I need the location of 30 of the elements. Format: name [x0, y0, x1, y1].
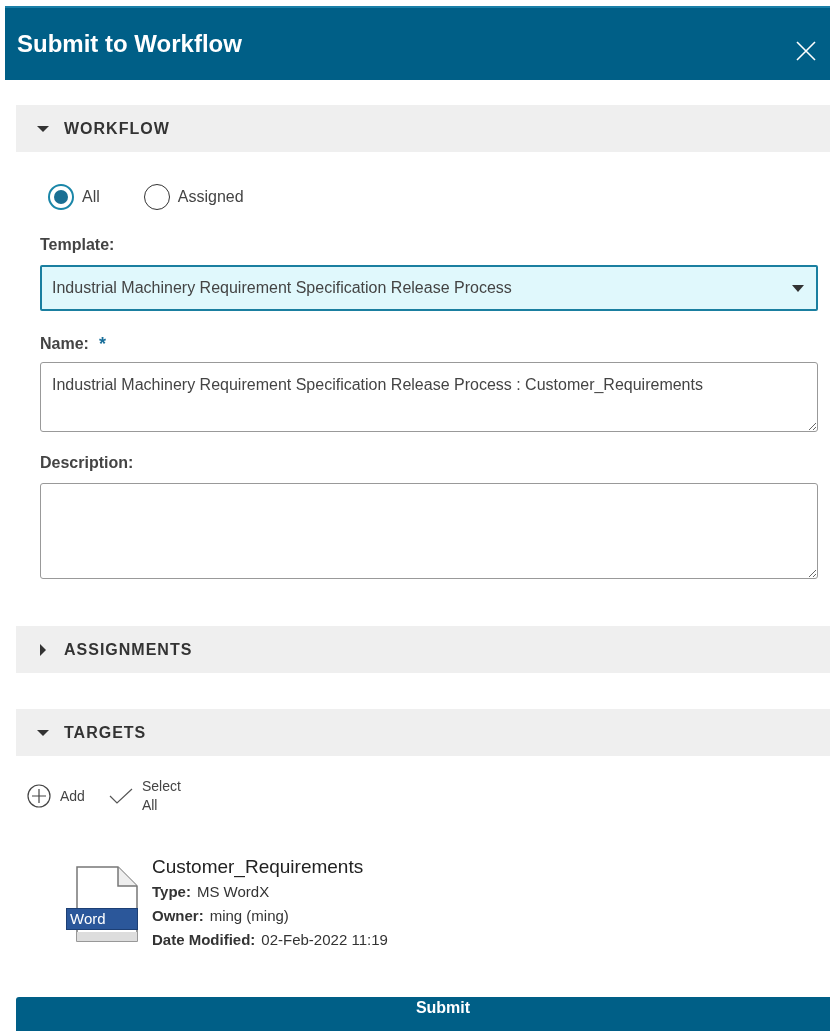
description-field[interactable]: [40, 483, 818, 579]
name-field[interactable]: Industrial Machinery Requirement Specification Release Process : Customer_Requirements: [40, 362, 818, 432]
close-button[interactable]: [794, 39, 818, 63]
field-label: Owner:: [152, 907, 204, 924]
submit-button[interactable]: Submit: [16, 997, 830, 1031]
radio-button[interactable]: [48, 184, 74, 210]
select-all-button[interactable]: Select All: [108, 777, 186, 815]
close-icon: [796, 41, 816, 61]
field-value: MS WordX: [196, 883, 270, 900]
field-label: Type:: [152, 883, 191, 900]
target-name: Customer_Requirements: [152, 856, 365, 878]
radio-label: Assigned: [177, 188, 244, 206]
field-value: 02-Feb-2022 11:19: [261, 931, 388, 948]
radio-label: All: [82, 188, 100, 206]
add-icon: [27, 784, 51, 808]
field-label: Name:: [40, 335, 89, 353]
dialog-title: Submit to Workflow: [17, 30, 242, 58]
field-label: Template:: [40, 236, 116, 255]
field-value: ming (ming): [209, 907, 289, 924]
caret-down-icon: [792, 284, 804, 292]
field-label: Date Modified:: [152, 931, 256, 948]
checkmark-icon: [108, 788, 133, 804]
add-button[interactable]: Add: [27, 784, 85, 808]
field-label: Description:: [40, 454, 135, 473]
radio-button[interactable]: [143, 184, 170, 210]
section-header[interactable]: TARGETS: [16, 709, 830, 756]
required-mark: *: [98, 333, 106, 355]
section-header[interactable]: ASSIGNMENTS: [16, 626, 830, 673]
template-dropdown[interactable]: Industrial Machinery Requirement Specification Release Process: [40, 265, 818, 311]
section-header[interactable]: WORKFLOW: [16, 105, 830, 152]
